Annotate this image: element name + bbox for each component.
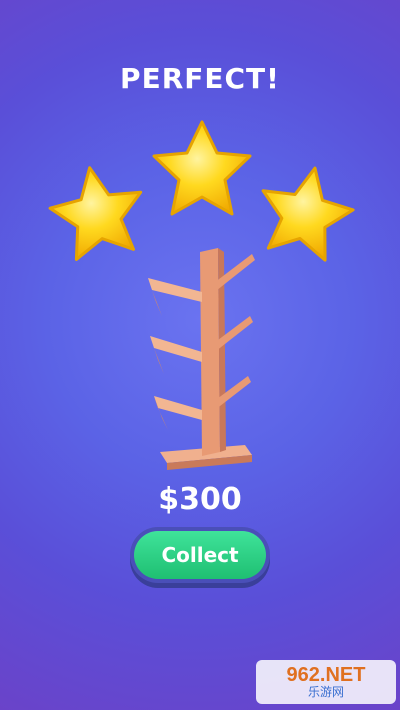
collect-button[interactable]: Collect xyxy=(134,531,266,579)
star-icon xyxy=(261,166,355,262)
site-watermark: 962.NET 乐游网 xyxy=(256,660,396,704)
star-icon xyxy=(152,120,252,216)
bookshelf-item xyxy=(148,248,255,470)
reward-amount: $300 xyxy=(158,482,242,517)
watermark-logo-text: 962.NET xyxy=(286,664,366,686)
watermark-subtext: 乐游网 xyxy=(307,685,344,699)
star-icon xyxy=(48,166,143,261)
